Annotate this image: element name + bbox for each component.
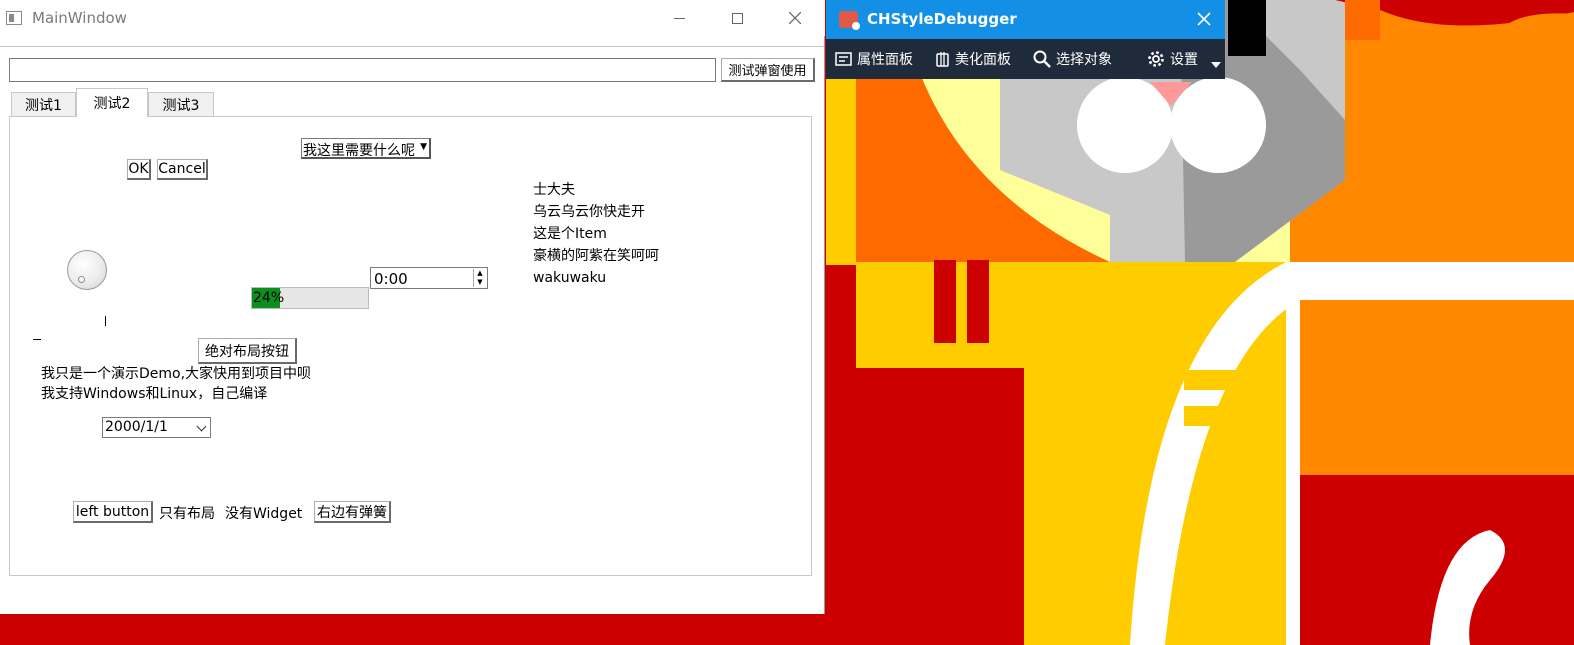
close-button[interactable] [766,0,824,36]
tab-test2[interactable]: 测试2 [76,88,148,117]
gear-icon [1148,51,1164,67]
debugger-titlebar[interactable]: CHStyleDebugger [826,0,1225,39]
maximize-icon [731,12,743,24]
select-object-label: 选择对象 [1056,52,1112,68]
cancel-button[interactable]: Cancel [157,159,208,180]
absolute-layout-button[interactable]: 绝对布局按钮 [198,338,297,364]
list-item[interactable]: 豪横的阿紫在笑呵呵 [533,245,659,267]
main-window-titlebar[interactable]: MainWindow [0,0,825,36]
style-panel-icon [936,52,949,67]
settings-button[interactable]: 设置 [1147,39,1198,79]
time-edit[interactable]: 0:00 ▲ ▼ [370,267,488,289]
horizontal-line [33,339,41,340]
property-panel-button[interactable]: 属性面板 [835,39,913,79]
style-panel-label: 美化面板 [955,52,1011,68]
layout-only-label: 只有布局 [159,506,215,522]
no-widget-label: 没有Widget [225,506,303,522]
item-list: 士大夫 乌云乌云你快走开 这是个Item 豪横的阿紫在笑呵呵 wakuwaku [533,179,659,289]
select-object-button[interactable]: 选择对象 [1033,39,1112,79]
close-icon [789,12,801,24]
ok-button[interactable]: OK [127,159,151,180]
demo-line: 我支持Windows和Linux，自己编译 [41,386,268,402]
progress-bar: 24% [251,287,369,309]
dial-knob[interactable] [67,250,107,290]
question-combo-box[interactable]: 我这里需要什么呢 ▼ [301,138,431,159]
debugger-close-button[interactable] [1193,8,1215,30]
tab-test3[interactable]: 测试3 [148,92,214,116]
debugger-toolbar: 属性面板 美化面板 选择对象 设置 [826,39,1225,79]
style-panel-button[interactable]: 美化面板 [935,39,1011,79]
demo-line: 我只是一个演示Demo,大家快用到项目中呗 [41,366,312,382]
demo-description: 我只是一个演示Demo,大家快用到项目中呗 我支持Windows和Linux，自… [41,364,311,404]
close-icon [1197,12,1211,26]
property-panel-icon [835,51,852,66]
list-item[interactable]: wakuwaku [533,267,659,289]
date-edit[interactable]: 2000/1/1 [102,417,211,438]
search-icon [1033,50,1051,68]
maximize-button[interactable] [708,0,766,36]
toolbar-separator [0,46,824,47]
progress-text: 24% [253,290,285,306]
dial-notch-icon [78,276,85,283]
style-debugger-window: CHStyleDebugger 属性面板 美化面板 选择对象 设置 [826,0,1225,79]
spin-up-icon[interactable]: ▲ [474,269,486,278]
vertical-line [105,316,106,326]
debugger-title: CHStyleDebugger [867,10,1017,28]
spin-down-icon[interactable]: ▼ [474,278,486,287]
left-button[interactable]: left button [73,501,153,523]
debugger-app-icon [839,11,860,30]
settings-label: 设置 [1170,52,1198,68]
time-spin-buttons: ▲ ▼ [473,269,486,287]
top-line-edit[interactable] [9,58,716,82]
time-value: 0:00 [374,270,408,288]
chevron-down-icon [196,421,207,432]
tab-test1[interactable]: 测试1 [11,92,76,116]
combo-selected-text: 我这里需要什么呢 [303,143,415,159]
date-value: 2000/1/1 [105,419,168,435]
list-item[interactable]: 乌云乌云你快走开 [533,201,659,223]
list-item[interactable]: 这是个Item [533,223,659,245]
minimize-icon [673,17,685,19]
list-item[interactable]: 士大夫 [533,179,659,201]
property-panel-label: 属性面板 [857,52,913,68]
test-popup-button[interactable]: 测试弹窗使用 [721,58,815,82]
dropdown-arrow-icon: ▼ [420,142,427,152]
minimize-button[interactable] [650,0,708,36]
window-title: MainWindow [32,9,127,27]
app-window-icon [6,11,22,25]
toolbar-more-icon[interactable] [1211,62,1221,68]
right-spring-button[interactable]: 右边有弹簧 [314,501,391,523]
